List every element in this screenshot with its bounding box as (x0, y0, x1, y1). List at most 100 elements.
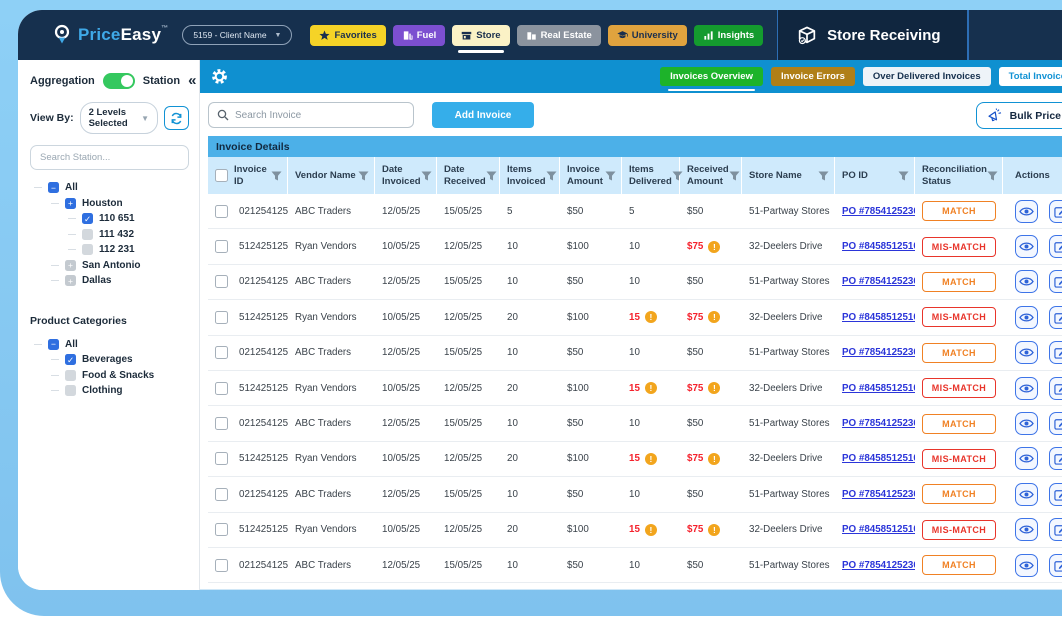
tree-checkbox-unchecked[interactable] (82, 229, 93, 240)
filter-funnel-icon[interactable] (605, 171, 616, 181)
edit-button[interactable] (1049, 270, 1062, 293)
cell-invoice-amount: $50 (560, 276, 622, 287)
view-button[interactable] (1015, 412, 1038, 435)
view-button[interactable] (1015, 235, 1038, 258)
filter-funnel-icon[interactable] (987, 171, 998, 181)
edit-button[interactable] (1049, 518, 1062, 541)
tab-invoices-overview[interactable]: Invoices Overview (660, 67, 763, 86)
edit-pencil-icon (1054, 311, 1062, 324)
client-selector-dropdown[interactable]: 5159 - Client Name ▼ (182, 25, 292, 45)
po-id-link[interactable]: PO #7854125236 (842, 347, 915, 358)
row-checkbox[interactable] (215, 488, 228, 501)
view-button[interactable] (1015, 200, 1038, 223)
row-checkbox[interactable] (215, 559, 228, 572)
tree-checkbox-plus-gray[interactable]: + (65, 275, 76, 286)
po-id-link[interactable]: PO #8458512510 (842, 241, 915, 252)
invoice-search-input[interactable] (235, 110, 405, 121)
row-checkbox[interactable] (215, 452, 228, 465)
nav-item-favorites[interactable]: Favorites (310, 25, 385, 46)
filter-funnel-icon[interactable] (271, 171, 282, 181)
nav-item-insights[interactable]: Insights (694, 25, 763, 46)
nav-item-fuel[interactable]: Fuel (393, 25, 446, 46)
filter-funnel-icon[interactable] (486, 171, 497, 181)
edit-button[interactable] (1049, 306, 1062, 329)
po-id-link[interactable]: PO #7854125236 (842, 276, 915, 287)
cell-store-name: 32-Deelers Drive (742, 383, 835, 394)
status-badge: MATCH (922, 201, 996, 221)
row-checkbox[interactable] (215, 205, 228, 218)
tree-node-san-antonio: +San Antonio (51, 258, 189, 274)
aggregation-toggle[interactable] (103, 73, 135, 89)
filter-funnel-icon[interactable] (898, 171, 909, 181)
tree-checkbox-plus-blue[interactable]: + (65, 198, 76, 209)
tree-checkbox-indeterminate[interactable]: − (48, 339, 59, 350)
tree-checkbox-checked[interactable]: ✓ (65, 354, 76, 365)
view-button[interactable] (1015, 306, 1038, 329)
sidebar-collapse-icon[interactable]: « (188, 72, 196, 89)
view-button[interactable] (1015, 518, 1038, 541)
edit-button[interactable] (1049, 483, 1062, 506)
cell-reconciliation-status: MATCH (915, 343, 1003, 363)
tab-over-delivered-invoices[interactable]: Over Delivered Invoices (863, 67, 991, 86)
tree-checkbox-plus-gray[interactable]: + (65, 260, 76, 271)
date-received-value: 12/05/25 (444, 453, 482, 464)
po-id-link[interactable]: PO #7854125236 (842, 489, 915, 500)
po-id-link[interactable]: PO #7854125236 (842, 560, 915, 571)
filter-funnel-icon[interactable] (421, 171, 432, 181)
tree-checkbox-checked[interactable]: ✓ (82, 213, 93, 224)
cell-invoice-id: 512425125 (208, 311, 288, 324)
view-button[interactable] (1015, 341, 1038, 364)
tab-invoice-errors[interactable]: Invoice Errors (771, 67, 855, 86)
select-all-checkbox[interactable] (215, 169, 228, 182)
filter-funnel-icon[interactable] (729, 171, 740, 181)
edit-button[interactable] (1049, 554, 1062, 577)
nav-item-store[interactable]: Store (452, 25, 509, 46)
row-checkbox[interactable] (215, 311, 228, 324)
tree-checkbox-unchecked[interactable] (65, 370, 76, 381)
cell-received-amount: $75! (680, 311, 742, 323)
received-amount-value: $50 (687, 276, 703, 287)
invoice-amount-value: $50 (567, 489, 583, 500)
filter-funnel-icon[interactable] (358, 171, 369, 181)
row-checkbox[interactable] (215, 346, 228, 359)
row-checkbox[interactable] (215, 417, 228, 430)
filter-funnel-icon[interactable] (546, 171, 557, 181)
cell-po-id: PO #7854125236 (835, 347, 915, 358)
view-button[interactable] (1015, 447, 1038, 470)
add-invoice-button[interactable]: Add Invoice (432, 102, 534, 128)
row-checkbox[interactable] (215, 382, 228, 395)
row-checkbox[interactable] (215, 523, 228, 536)
nav-item-university[interactable]: University (608, 25, 687, 46)
bulk-price-button[interactable]: Bulk Price (976, 102, 1062, 129)
po-id-link[interactable]: PO #8458512510 (842, 312, 915, 323)
view-by-dropdown[interactable]: 2 Levels Selected ▼ (80, 102, 158, 134)
nav-item-real-estate[interactable]: Real Estate (517, 25, 601, 46)
station-search-input[interactable] (30, 145, 189, 170)
gear-icon[interactable] (210, 67, 229, 86)
tree-checkbox-unchecked[interactable] (82, 244, 93, 255)
view-button[interactable] (1015, 270, 1038, 293)
edit-button[interactable] (1049, 447, 1062, 470)
po-id-link[interactable]: PO #8458512510 (842, 524, 915, 535)
invoice-amount-value: $50 (567, 418, 583, 429)
edit-button[interactable] (1049, 200, 1062, 223)
tab-total-invoice[interactable]: Total Invoice (999, 67, 1062, 86)
refresh-button[interactable] (164, 106, 189, 130)
po-id-link[interactable]: PO #8458512510 (842, 453, 915, 464)
view-button[interactable] (1015, 554, 1038, 577)
edit-button[interactable] (1049, 235, 1062, 258)
row-checkbox[interactable] (215, 275, 228, 288)
po-id-link[interactable]: PO #7854125236 (842, 418, 915, 429)
edit-button[interactable] (1049, 341, 1062, 364)
po-id-link[interactable]: PO #7854125236 (842, 206, 915, 217)
po-id-link[interactable]: PO #8458512510 (842, 383, 915, 394)
view-button[interactable] (1015, 483, 1038, 506)
brand-logo[interactable]: PriceEasy™ (52, 24, 168, 46)
view-button[interactable] (1015, 377, 1038, 400)
row-checkbox[interactable] (215, 240, 228, 253)
tree-checkbox-indeterminate[interactable]: − (48, 182, 59, 193)
filter-funnel-icon[interactable] (818, 171, 829, 181)
tree-checkbox-unchecked[interactable] (65, 385, 76, 396)
edit-button[interactable] (1049, 412, 1062, 435)
edit-button[interactable] (1049, 377, 1062, 400)
